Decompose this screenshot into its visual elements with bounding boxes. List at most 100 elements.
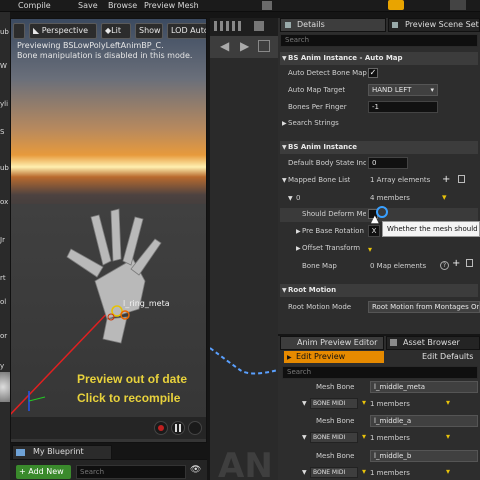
- menu-bar: Compile Save Browse Preview Mesh: [0, 0, 480, 12]
- category-automap[interactable]: BS Anim Instance - Auto Map: [280, 52, 478, 65]
- auto-map-target-value: HAND LEFT: [372, 86, 412, 94]
- mapped-bone-list-count: 1 Array elements: [370, 176, 431, 184]
- bones-per-finger-label: Bones Per Finger: [288, 103, 347, 111]
- bone-midi-dropdown[interactable]: BONE MIDI: [310, 432, 358, 443]
- mesh-bone-label: Mesh Bone: [316, 417, 355, 425]
- pre-base-rotation-x[interactable]: X: [368, 225, 380, 237]
- mesh-bone-dropdown[interactable]: l_middle_b: [370, 450, 478, 462]
- collapse-arrow-icon[interactable]: ▼: [282, 55, 287, 62]
- pre-base-rotation-label: Pre Base Rotation: [302, 227, 364, 235]
- mapped-bone-list-label: Mapped Bone List: [288, 176, 351, 184]
- orange-toolbar-icon[interactable]: [388, 0, 404, 10]
- edge-fragment: W: [0, 62, 7, 70]
- preview-mesh-menu[interactable]: Preview Mesh: [144, 1, 199, 10]
- add-new-button[interactable]: + Add New: [16, 465, 71, 479]
- compile-menu[interactable]: Compile: [18, 1, 51, 10]
- members-count: 1 members: [370, 434, 410, 442]
- category-label: BS Anim Instance - Auto Map: [288, 54, 403, 62]
- expand-arrow-icon[interactable]: ▶: [296, 245, 301, 252]
- collapse-arrow-icon[interactable]: ▼: [302, 400, 307, 407]
- collapse-arrow-icon[interactable]: ▼: [288, 195, 293, 202]
- help-icon[interactable]: ?: [440, 261, 449, 270]
- collapse-arrow-icon[interactable]: ▼: [282, 287, 287, 294]
- reset-arrow-icon[interactable]: ▾: [362, 432, 366, 441]
- mesh-bone-dropdown[interactable]: l_middle_meta: [370, 381, 478, 393]
- edit-defaults-button[interactable]: Edit Defaults: [388, 351, 478, 363]
- my-blueprint-tab[interactable]: My Blueprint: [12, 445, 112, 459]
- edit-preview-button[interactable]: Edit Preview: [284, 351, 384, 363]
- expand-arrow-icon[interactable]: ▶: [282, 120, 287, 127]
- reset-arrow-icon[interactable]: ▾: [446, 432, 450, 441]
- recompile-prompt[interactable]: Click to recompile: [77, 391, 180, 405]
- auto-map-target-dropdown[interactable]: HAND LEFT ▾: [368, 84, 438, 96]
- mesh-bone-label: Mesh Bone: [316, 383, 355, 391]
- collapse-arrow-icon[interactable]: ▼: [302, 469, 307, 476]
- tab-anim-preview-editor[interactable]: Anim Preview Editor: [280, 336, 384, 350]
- tab-preview-scene-settings[interactable]: Preview Scene Sett: [388, 18, 480, 32]
- auto-map-target-label: Auto Map Target: [288, 86, 346, 94]
- play-icon: ▶: [287, 354, 292, 361]
- toolbar-icon[interactable]: [262, 1, 272, 10]
- mouse-cursor-icon: ▲: [371, 214, 379, 225]
- edge-fragment: y: [0, 362, 5, 370]
- tooltip: Whether the mesh should d: [382, 221, 480, 237]
- reset-arrow-icon[interactable]: ▾: [442, 193, 447, 203]
- mesh-bone-dropdown[interactable]: l_middle_a: [370, 415, 478, 427]
- preview-viewport[interactable]: ◣ Perspective ◆Lit Show LOD Auto Preview…: [10, 18, 207, 443]
- members-count: 1 members: [370, 469, 410, 477]
- edge-fragment: or: [0, 332, 8, 340]
- collapse-arrow-icon[interactable]: ▼: [302, 434, 307, 441]
- members-count: 1 members: [370, 400, 410, 408]
- add-element-icon[interactable]: +: [442, 174, 450, 185]
- delete-icon[interactable]: [466, 259, 473, 267]
- expand-arrow-icon[interactable]: ▶: [296, 228, 301, 235]
- reset-arrow-icon[interactable]: ▾: [362, 398, 366, 407]
- record-icon: [158, 425, 164, 431]
- reset-arrow-icon[interactable]: ▾: [368, 245, 372, 254]
- category-label: BS Anim Instance: [288, 143, 358, 151]
- save-menu[interactable]: Save: [78, 1, 98, 10]
- tab-details[interactable]: Details: [280, 18, 386, 32]
- edge-fragment: yli: [0, 100, 9, 108]
- bone-midi-dropdown[interactable]: BONE MIDI: [310, 398, 358, 409]
- asset-browser-icon: [390, 339, 397, 346]
- reset-arrow-icon[interactable]: ▾: [446, 398, 450, 407]
- root-motion-mode-dropdown[interactable]: Root Motion from Montages Onl: [368, 301, 480, 313]
- eye-icon[interactable]: 👁: [190, 465, 201, 475]
- offset-transform-label: Offset Transform: [302, 244, 361, 252]
- collapse-arrow-icon[interactable]: ▼: [282, 177, 287, 184]
- blueprint-search-input[interactable]: Search: [76, 465, 186, 479]
- bone-midi-dropdown[interactable]: BONE MIDI: [310, 467, 358, 478]
- delete-icon[interactable]: [458, 175, 465, 183]
- mesh-bone-label: Mesh Bone: [316, 452, 355, 460]
- collapse-arrow-icon[interactable]: ▼: [282, 144, 287, 151]
- anim-preview-search-input[interactable]: Search: [282, 366, 478, 379]
- reset-arrow-icon[interactable]: ▾: [362, 467, 366, 476]
- browse-menu[interactable]: Browse: [108, 1, 137, 10]
- bone-map-count: 0 Map elements: [370, 262, 427, 270]
- default-body-input[interactable]: 0: [368, 157, 408, 169]
- pause-button[interactable]: [171, 421, 185, 435]
- reset-arrow-icon[interactable]: ▾: [446, 467, 450, 476]
- add-element-icon[interactable]: +: [452, 258, 460, 269]
- out-of-date-warning[interactable]: Preview out of date: [77, 372, 187, 386]
- edge-fragment: ox: [0, 198, 9, 206]
- category-bs-anim[interactable]: BS Anim Instance: [280, 141, 478, 154]
- left-panel-edge: ub W yli S ub ox Jr rt ol or y: [0, 12, 10, 480]
- search-strings-label: Search Strings: [288, 119, 339, 127]
- loop-button[interactable]: [188, 421, 202, 435]
- details-search-input[interactable]: Search: [280, 34, 478, 47]
- details-panel: Details Preview Scene Sett Search BS Ani…: [278, 18, 480, 334]
- bone-label: l_ring_meta: [123, 299, 170, 308]
- category-root-motion[interactable]: Root Motion: [280, 284, 478, 297]
- tab-asset-browser[interactable]: Asset Browser: [386, 336, 480, 350]
- auto-detect-checkbox[interactable]: ✓: [368, 68, 378, 78]
- settings-icon[interactable]: [450, 0, 466, 10]
- category-label: Root Motion: [288, 286, 337, 294]
- index-0-members: 4 members: [370, 194, 410, 202]
- edge-fragment: ub: [0, 164, 9, 172]
- bones-per-finger-input[interactable]: -1: [368, 101, 438, 113]
- graph-editor[interactable]: ◀ ▶ AN: [210, 18, 278, 480]
- pause-icon: [175, 424, 177, 432]
- record-button[interactable]: [154, 421, 168, 435]
